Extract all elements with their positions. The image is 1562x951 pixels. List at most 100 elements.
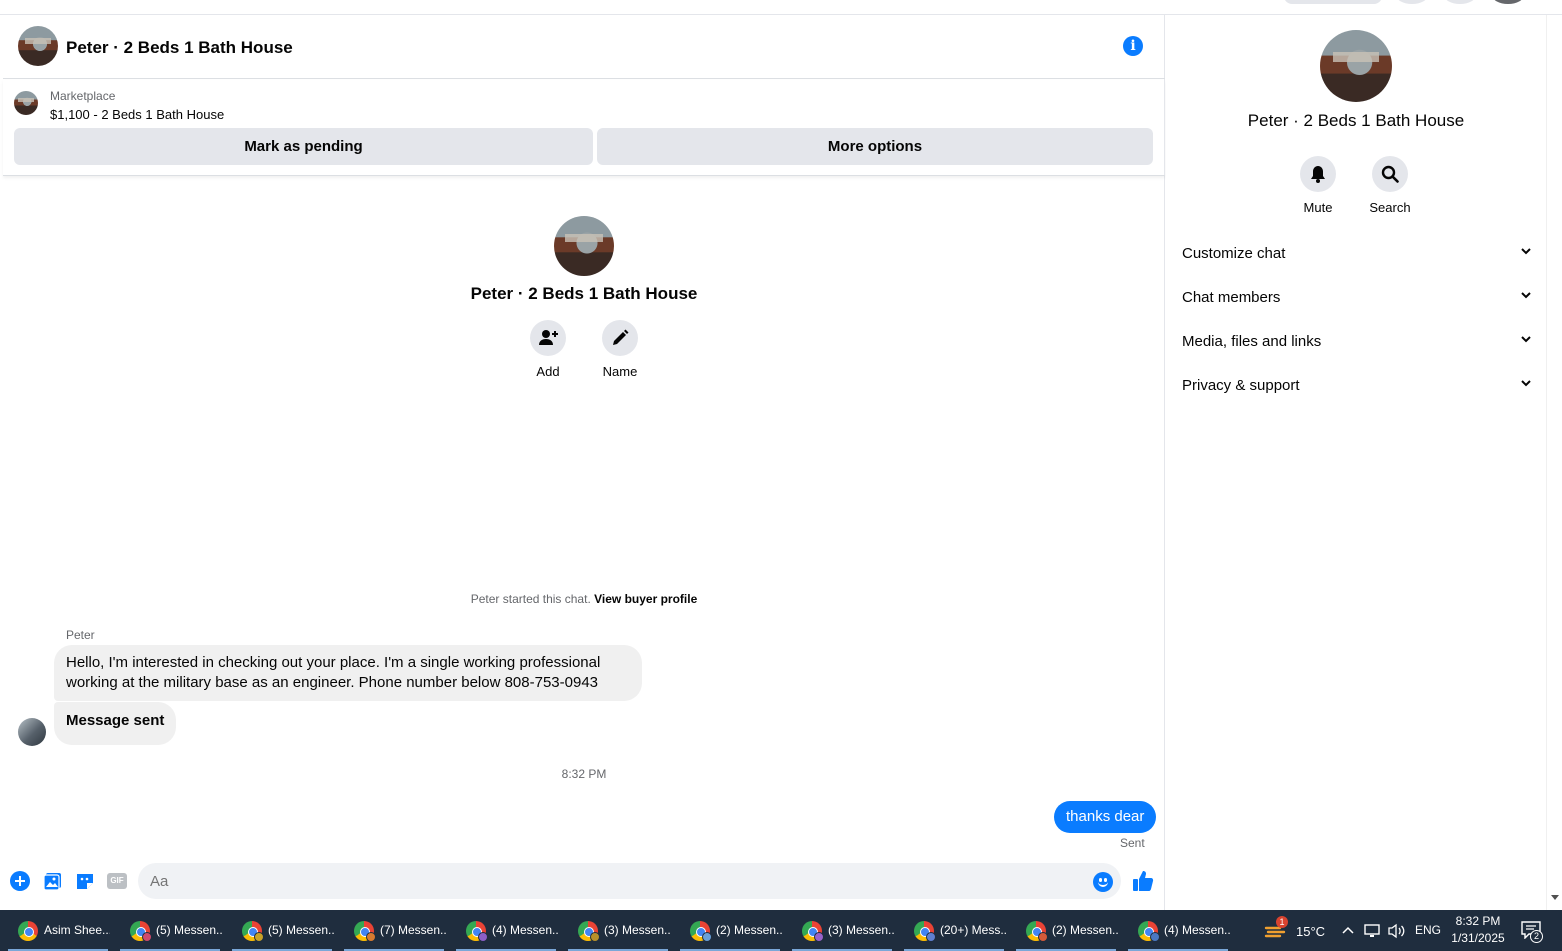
search-label: Search bbox=[1369, 200, 1411, 215]
taskbar-item[interactable]: (20+) Mess... bbox=[900, 910, 1008, 951]
thumbs-up-icon[interactable] bbox=[1131, 869, 1155, 893]
chat-avatar[interactable] bbox=[18, 26, 58, 66]
chevron-down-icon bbox=[1520, 288, 1532, 305]
add-person-icon[interactable] bbox=[530, 320, 566, 356]
profile-badge bbox=[142, 932, 152, 942]
taskbar-item[interactable]: (3) Messen... bbox=[564, 910, 672, 951]
chrome-icon bbox=[18, 921, 38, 941]
section-label: Customize chat bbox=[1182, 245, 1286, 262]
taskbar-item-label: (4) Messen... bbox=[1164, 923, 1230, 937]
info-icon[interactable]: i bbox=[1123, 36, 1143, 56]
details-avatar[interactable] bbox=[1320, 30, 1392, 102]
top-round-button[interactable] bbox=[1444, 0, 1476, 4]
sticker-icon[interactable] bbox=[75, 871, 95, 891]
incoming-message[interactable]: Hello, I'm interested in checking out yo… bbox=[54, 645, 642, 701]
profile-badge bbox=[478, 932, 488, 942]
add-label: Add bbox=[536, 364, 560, 379]
taskbar-item-label: (3) Messen... bbox=[604, 923, 670, 937]
profile-badge bbox=[702, 932, 712, 942]
name-label: Name bbox=[602, 364, 638, 379]
weather-widget[interactable]: 1 bbox=[1262, 910, 1292, 951]
profile-badge bbox=[366, 932, 376, 942]
chevron-down-icon bbox=[1520, 332, 1532, 349]
taskbar-item[interactable]: (5) Messen... bbox=[116, 910, 224, 951]
profile-badge bbox=[590, 932, 600, 942]
started-text: Peter started this chat. bbox=[470, 592, 591, 606]
taskbar-item[interactable]: (2) Messen... bbox=[1012, 910, 1120, 951]
taskbar-item[interactable]: Asim Shee... bbox=[4, 910, 112, 951]
details-title: Peter · 2 Beds 1 Bath House bbox=[1247, 111, 1465, 130]
taskbar-item-label: (5) Messen... bbox=[268, 923, 334, 937]
mute-action[interactable]: Mute bbox=[1288, 156, 1348, 215]
sender-avatar[interactable] bbox=[18, 718, 46, 746]
section-chat-members[interactable]: Chat members bbox=[1182, 275, 1532, 319]
pencil-icon[interactable] bbox=[602, 320, 638, 356]
windows-taskbar: Asim Shee... (5) Messen... (5) Messen...… bbox=[0, 910, 1562, 951]
top-round-button[interactable] bbox=[1396, 0, 1428, 4]
chevron-down-icon bbox=[1520, 376, 1532, 393]
temperature[interactable]: 15°C bbox=[1296, 910, 1325, 951]
more-options-button[interactable]: More options bbox=[597, 128, 1153, 165]
notification-center[interactable]: 2 bbox=[1518, 910, 1548, 951]
chat-title[interactable]: Peter · 2 Beds 1 Bath House bbox=[66, 38, 293, 58]
photo-icon[interactable] bbox=[43, 871, 63, 891]
search-icon[interactable] bbox=[1372, 156, 1408, 192]
taskbar-item-label: (5) Messen... bbox=[156, 923, 222, 937]
taskbar-item-label: (3) Messen... bbox=[828, 923, 894, 937]
network-icon[interactable] bbox=[1364, 923, 1382, 939]
browser-top-strip bbox=[0, 0, 1562, 15]
chat-details-panel: Peter · 2 Beds 1 Bath House Mute Search … bbox=[1166, 15, 1546, 910]
listing-title[interactable]: $1,100 - 2 Beds 1 Bath House bbox=[50, 107, 224, 122]
weather-alert-badge: 1 bbox=[1276, 916, 1288, 928]
page: Peter · 2 Beds 1 Bath House i Marketplac… bbox=[0, 0, 1562, 951]
account-avatar[interactable] bbox=[1492, 0, 1524, 4]
top-pill-button[interactable] bbox=[1284, 0, 1382, 4]
marketplace-label: Marketplace bbox=[50, 89, 116, 103]
taskbar-item-label: Asim Shee... bbox=[44, 923, 110, 937]
taskbar-item[interactable]: (3) Messen... bbox=[788, 910, 896, 951]
section-media-files-links[interactable]: Media, files and links bbox=[1182, 319, 1532, 363]
add-people-action[interactable]: Add bbox=[518, 320, 578, 379]
emoji-icon[interactable] bbox=[1093, 872, 1113, 892]
section-customize-chat[interactable]: Customize chat bbox=[1182, 231, 1532, 275]
page-scrollbar[interactable] bbox=[1546, 15, 1562, 910]
message-timestamp: 8:32 PM bbox=[561, 767, 607, 781]
scroll-down-icon[interactable] bbox=[1551, 895, 1559, 900]
plus-circle-icon[interactable] bbox=[10, 871, 30, 891]
taskbar-item[interactable]: (5) Messen... bbox=[228, 910, 336, 951]
taskbar-item-label: (2) Messen... bbox=[716, 923, 782, 937]
listing-thumbnail[interactable] bbox=[14, 91, 38, 115]
section-privacy-support[interactable]: Privacy & support bbox=[1182, 363, 1532, 407]
volume-icon[interactable] bbox=[1388, 923, 1406, 939]
taskbar-item[interactable]: (4) Messen... bbox=[452, 910, 560, 951]
message-composer: GIF bbox=[3, 861, 1165, 905]
profile-badge bbox=[926, 932, 936, 942]
bell-icon[interactable] bbox=[1300, 156, 1336, 192]
taskbar-item-label: (7) Messen... bbox=[380, 923, 446, 937]
taskbar-item[interactable]: (4) Messen... bbox=[1124, 910, 1232, 951]
profile-badge bbox=[1150, 932, 1160, 942]
chevron-up-icon[interactable] bbox=[1341, 923, 1355, 939]
incoming-message[interactable]: Message sent bbox=[54, 702, 177, 745]
clock[interactable]: 8:32 PM 1/31/2025 bbox=[1448, 910, 1508, 951]
taskbar-item[interactable]: (2) Messen... bbox=[676, 910, 784, 951]
chat-started-note: Peter started this chat. View buyer prof… bbox=[3, 592, 1165, 606]
name-chat-action[interactable]: Name bbox=[590, 320, 650, 379]
intro-avatar bbox=[554, 216, 614, 276]
taskbar-item-label: (4) Messen... bbox=[492, 923, 558, 937]
chevron-down-icon bbox=[1520, 244, 1532, 261]
message-input[interactable] bbox=[138, 863, 1121, 899]
mark-as-pending-button[interactable]: Mark as pending bbox=[14, 128, 593, 165]
delivery-status: Sent bbox=[1120, 836, 1145, 850]
taskbar-item-label: (20+) Mess... bbox=[940, 923, 1006, 937]
search-action[interactable]: Search bbox=[1360, 156, 1420, 215]
intro-title: Peter · 2 Beds 1 Bath House bbox=[470, 284, 698, 303]
section-label: Chat members bbox=[1182, 289, 1281, 306]
view-buyer-profile-link[interactable]: View buyer profile bbox=[594, 592, 697, 606]
section-label: Privacy & support bbox=[1182, 377, 1300, 394]
gif-icon[interactable]: GIF bbox=[106, 871, 128, 891]
gif-label: GIF bbox=[107, 873, 127, 889]
taskbar-item[interactable]: (7) Messen... bbox=[340, 910, 448, 951]
language-indicator[interactable]: ENG bbox=[1415, 910, 1441, 951]
outgoing-message[interactable]: thanks dear bbox=[1054, 801, 1157, 833]
